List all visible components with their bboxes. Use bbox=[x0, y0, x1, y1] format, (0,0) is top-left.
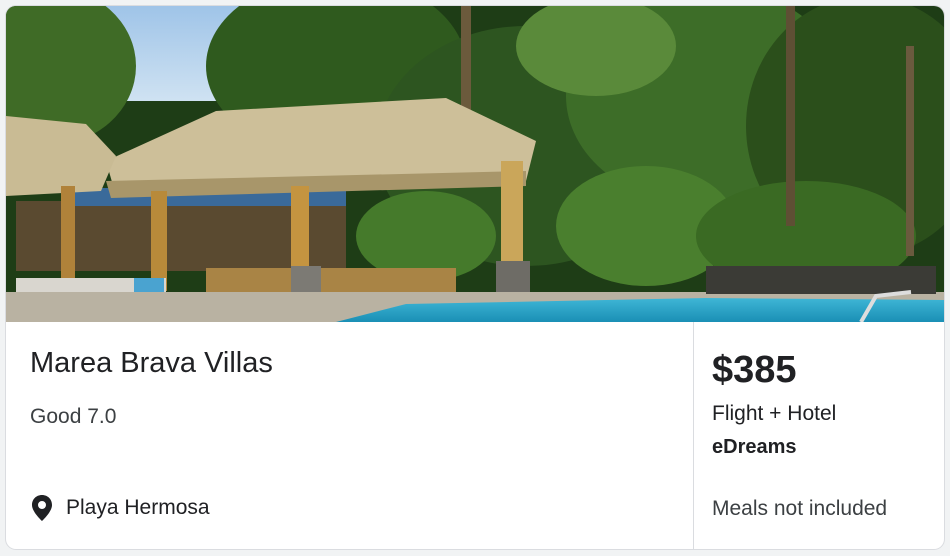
hotel-location: Playa Hermosa bbox=[30, 494, 210, 522]
provider-name: eDreams bbox=[712, 436, 797, 458]
map-pin-icon bbox=[32, 495, 52, 521]
offer-panel[interactable]: $385 Flight + Hotel eDreams Meals not in… bbox=[694, 322, 944, 549]
meals-info: Meals not included bbox=[712, 497, 888, 520]
hotel-info: Marea Brava Villas Good 7.0 Playa Hermos… bbox=[6, 322, 694, 549]
price: $385 bbox=[712, 349, 797, 391]
location-label: Playa Hermosa bbox=[66, 496, 210, 519]
package-type: Flight + Hotel bbox=[712, 402, 837, 425]
hotel-photo[interactable] bbox=[6, 6, 944, 322]
hotel-card[interactable]: Marea Brava Villas Good 7.0 Playa Hermos… bbox=[6, 6, 944, 549]
hotel-rating: Good 7.0 bbox=[30, 405, 117, 428]
hotel-name[interactable]: Marea Brava Villas bbox=[30, 347, 273, 380]
